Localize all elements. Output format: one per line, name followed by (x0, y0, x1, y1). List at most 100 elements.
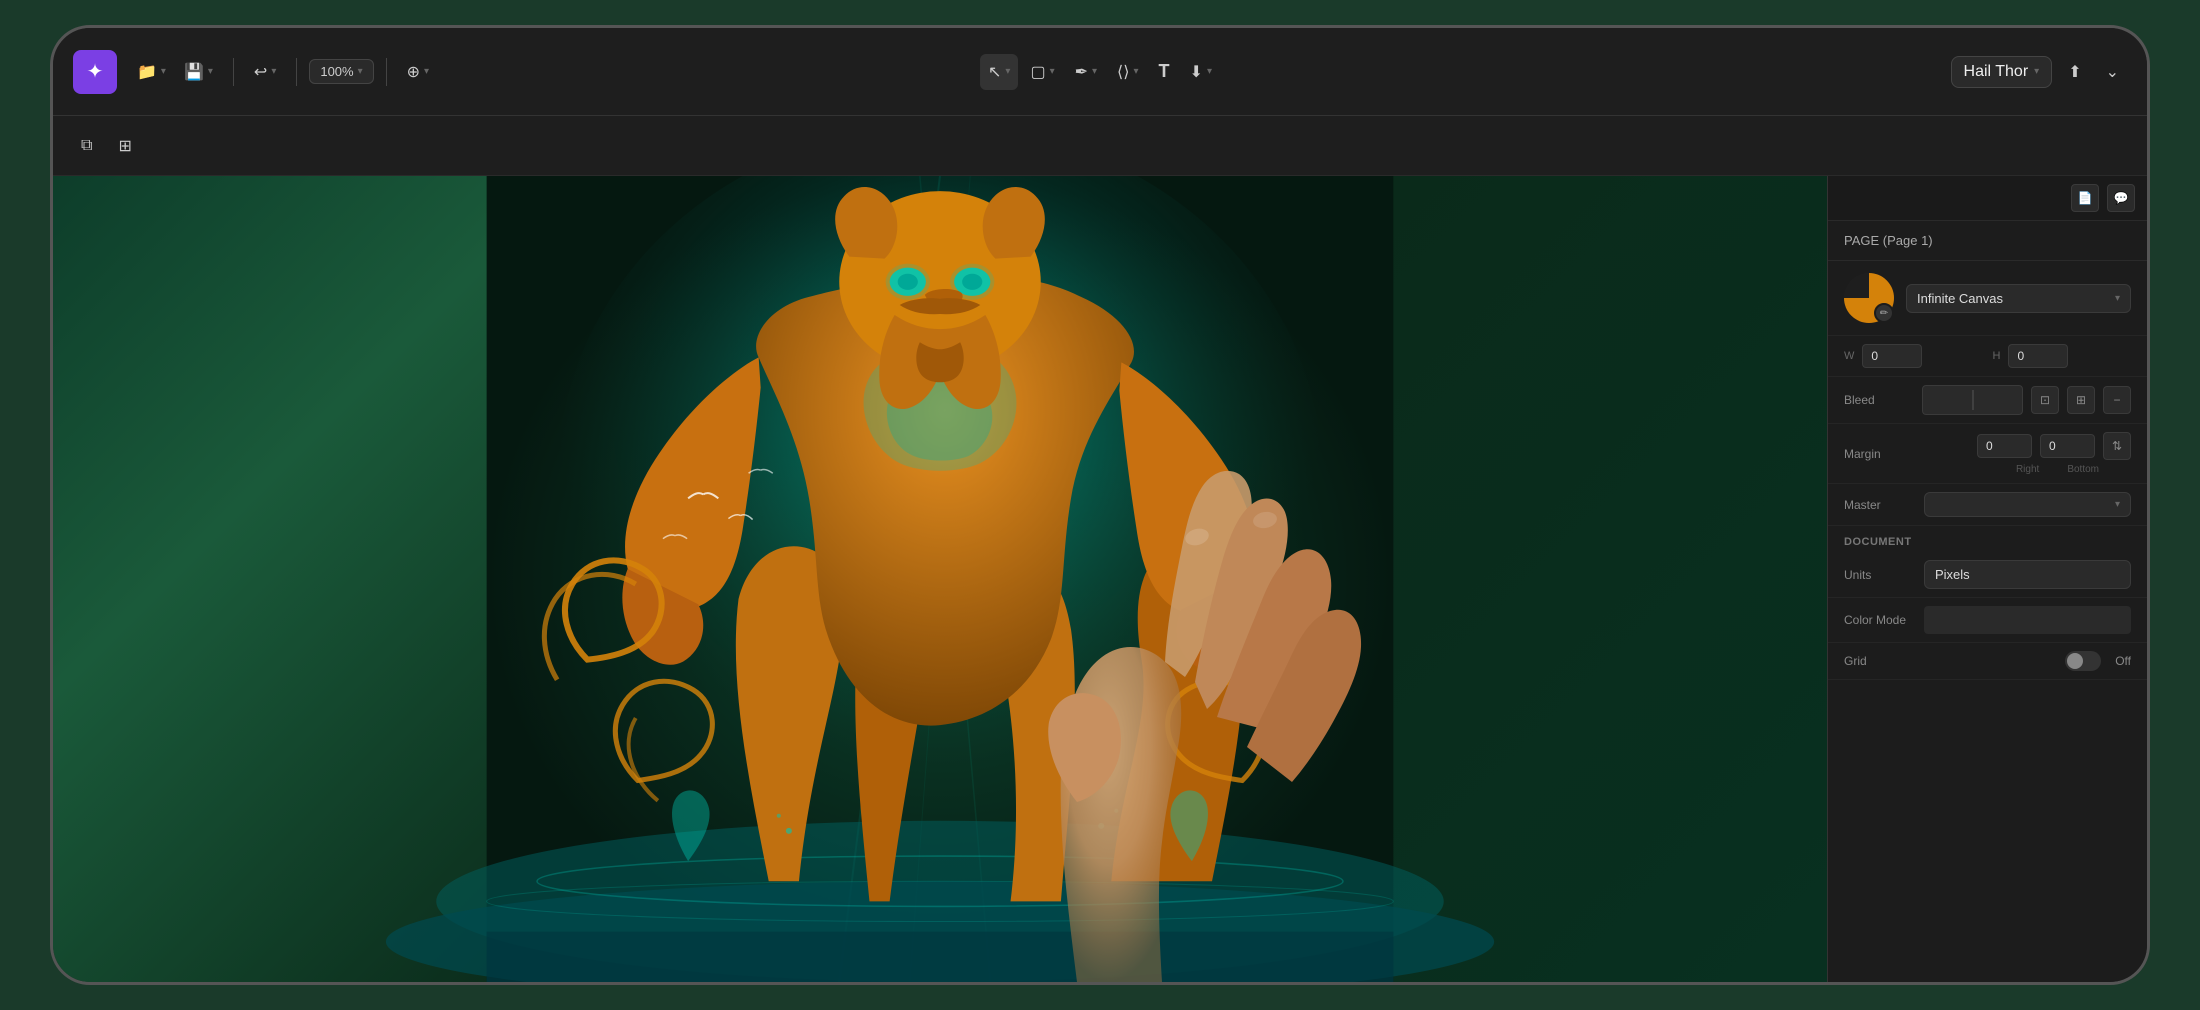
logo-symbol: ✦ (87, 59, 104, 84)
margin-link-icon[interactable]: ⇅ (2103, 432, 2131, 460)
separator-3 (386, 58, 387, 86)
snap-button[interactable]: ⊕ ▾ (399, 54, 437, 90)
height-label: H (1993, 350, 2001, 362)
export-tool[interactable]: ⬇ ▾ (1182, 54, 1220, 90)
bleed-row: Bleed ⊡ ⊞ − (1828, 377, 2147, 424)
canvas-type-dropdown[interactable]: Infinite Canvas ▾ (1906, 284, 2131, 313)
share-button[interactable]: ⬆ (2060, 54, 2089, 90)
select-icon: ↖ (988, 62, 1001, 82)
bleed-grid-icon[interactable]: ⊞ (2067, 386, 2095, 414)
color-mode-row: Color Mode (1828, 598, 2147, 643)
file-menu-button[interactable]: 📁 ▾ (129, 54, 174, 90)
main-content: 📄 💬 PAGE (Page 1) ✏ Infin (53, 176, 2147, 982)
share-icon: ⬆ (2068, 62, 2081, 82)
select-tool[interactable]: ↖ ▾ (980, 54, 1018, 90)
margin-right-input[interactable] (1977, 434, 2032, 458)
units-value: Pixels (1935, 567, 1970, 582)
thor-illustration (53, 176, 1827, 982)
width-label: W (1844, 350, 1854, 362)
color-picker-icon[interactable]: ✏ (1874, 303, 1894, 323)
grid-row: Grid Off (1828, 643, 2147, 680)
more-icon: ⌄ (2106, 62, 2119, 82)
canvas-area[interactable] (53, 176, 1827, 982)
select-chevron: ▾ (1005, 66, 1010, 77)
units-dropdown[interactable]: Pixels (1924, 560, 2131, 589)
bleed-input-area[interactable] (1922, 385, 2023, 415)
margin-bottom-input[interactable] (2040, 434, 2095, 458)
undo-chevron: ▾ (271, 66, 276, 77)
document-section-title: Document (1828, 526, 2147, 552)
master-dropdown[interactable]: ▾ (1924, 492, 2131, 517)
device-frame: ✦ 📁 ▾ 💾 ▾ ↩ ▾ 100% ▾ (50, 25, 2150, 985)
grid-value: Off (2115, 654, 2131, 668)
height-group: H (1993, 344, 2132, 368)
separator-1 (233, 58, 234, 86)
pen-tool[interactable]: ✒ ▾ (1067, 54, 1105, 90)
layers-button[interactable]: ⊞ (110, 128, 139, 164)
undo-toolbar-group: ↩ ▾ (246, 54, 284, 90)
text-tool[interactable]: T (1151, 54, 1178, 90)
sub-toolbar: ⧉ ⊞ (53, 116, 2147, 176)
master-row: Master ▾ (1828, 484, 2147, 526)
height-input[interactable] (2008, 344, 2068, 368)
layers-icon: ⊞ (118, 136, 131, 156)
master-label: Master (1844, 498, 1914, 512)
zoom-value: 100% (320, 64, 353, 79)
main-toolbar: ✦ 📁 ▾ 💾 ▾ ↩ ▾ 100% ▾ (53, 28, 2147, 116)
bleed-center-line (1972, 390, 1973, 410)
bleed-label: Bleed (1844, 393, 1914, 407)
more-options-button[interactable]: ⌄ (2098, 54, 2127, 90)
right-panel: 📄 💬 PAGE (Page 1) ✏ Infin (1827, 176, 2147, 982)
color-swatch[interactable]: ✏ (1844, 273, 1894, 323)
file-name-chevron: ▾ (2034, 66, 2039, 77)
chat-icon: 💬 (2114, 191, 2129, 205)
save-button[interactable]: 💾 ▾ (176, 54, 221, 90)
panel-chat-icon-button[interactable]: 💬 (2107, 184, 2135, 212)
node-tool[interactable]: ⟨⟩ ▾ (1109, 54, 1147, 90)
chain-icon: ⇅ (2112, 439, 2122, 453)
dimensions-row: W H (1828, 336, 2147, 377)
width-input[interactable] (1862, 344, 1922, 368)
grid-icon: ⊞ (2076, 393, 2086, 407)
color-mode-value[interactable] (1924, 606, 2131, 634)
document-label: Document (1844, 536, 1912, 548)
bleed-link-icon[interactable]: ⊡ (2031, 386, 2059, 414)
shape-icon: ▢ (1030, 62, 1045, 82)
units-row: Units Pixels (1828, 552, 2147, 598)
zoom-control[interactable]: 100% ▾ (309, 59, 373, 84)
zoom-chevron: ▾ (358, 66, 363, 77)
grid-toggle[interactable] (2065, 651, 2101, 671)
app-logo[interactable]: ✦ (73, 50, 117, 94)
center-tools: ↖ ▾ ▢ ▾ ✒ ▾ ⟨⟩ ▾ T ⬇ ▾ (980, 54, 1220, 90)
pen-chevron: ▾ (1092, 66, 1097, 77)
file-icon: 📁 (137, 62, 157, 82)
undo-icon: ↩ (254, 62, 267, 82)
page-header-text: PAGE (Page 1) (1844, 233, 1933, 248)
master-chevron: ▾ (2115, 499, 2120, 510)
width-group: W (1844, 344, 1983, 368)
save-chevron: ▾ (208, 66, 213, 77)
undo-button[interactable]: ↩ ▾ (246, 54, 284, 90)
color-canvas-row: ✏ Infinite Canvas ▾ (1828, 261, 2147, 336)
file-name-button[interactable]: Hail Thor ▾ (1951, 56, 2053, 88)
magnet-icon: ⊕ (407, 62, 420, 82)
save-icon: 💾 (184, 62, 204, 82)
canvas-background (53, 176, 1827, 982)
copy-style-button[interactable]: ⧉ (73, 128, 100, 164)
shape-tool[interactable]: ▢ ▾ (1022, 54, 1062, 90)
file-toolbar-group: 📁 ▾ 💾 ▾ (129, 54, 221, 90)
margin-right-label: Right (2016, 464, 2039, 475)
page-section-header: PAGE (Page 1) (1828, 221, 2147, 261)
export-icon: ⬇ (1190, 62, 1203, 82)
color-mode-label: Color Mode (1844, 613, 1914, 627)
text-icon: T (1159, 61, 1170, 82)
margin-label: Margin (1844, 447, 1914, 461)
bleed-minus-icon[interactable]: − (2103, 386, 2131, 414)
minus-icon: − (2113, 393, 2120, 407)
units-label: Units (1844, 568, 1914, 582)
toolbar-right: Hail Thor ▾ ⬆ ⌄ (1951, 54, 2127, 90)
node-chevron: ▾ (1134, 66, 1139, 77)
canvas-dropdown-chevron: ▾ (2115, 293, 2120, 304)
shape-chevron: ▾ (1050, 66, 1055, 77)
panel-doc-icon-button[interactable]: 📄 (2071, 184, 2099, 212)
